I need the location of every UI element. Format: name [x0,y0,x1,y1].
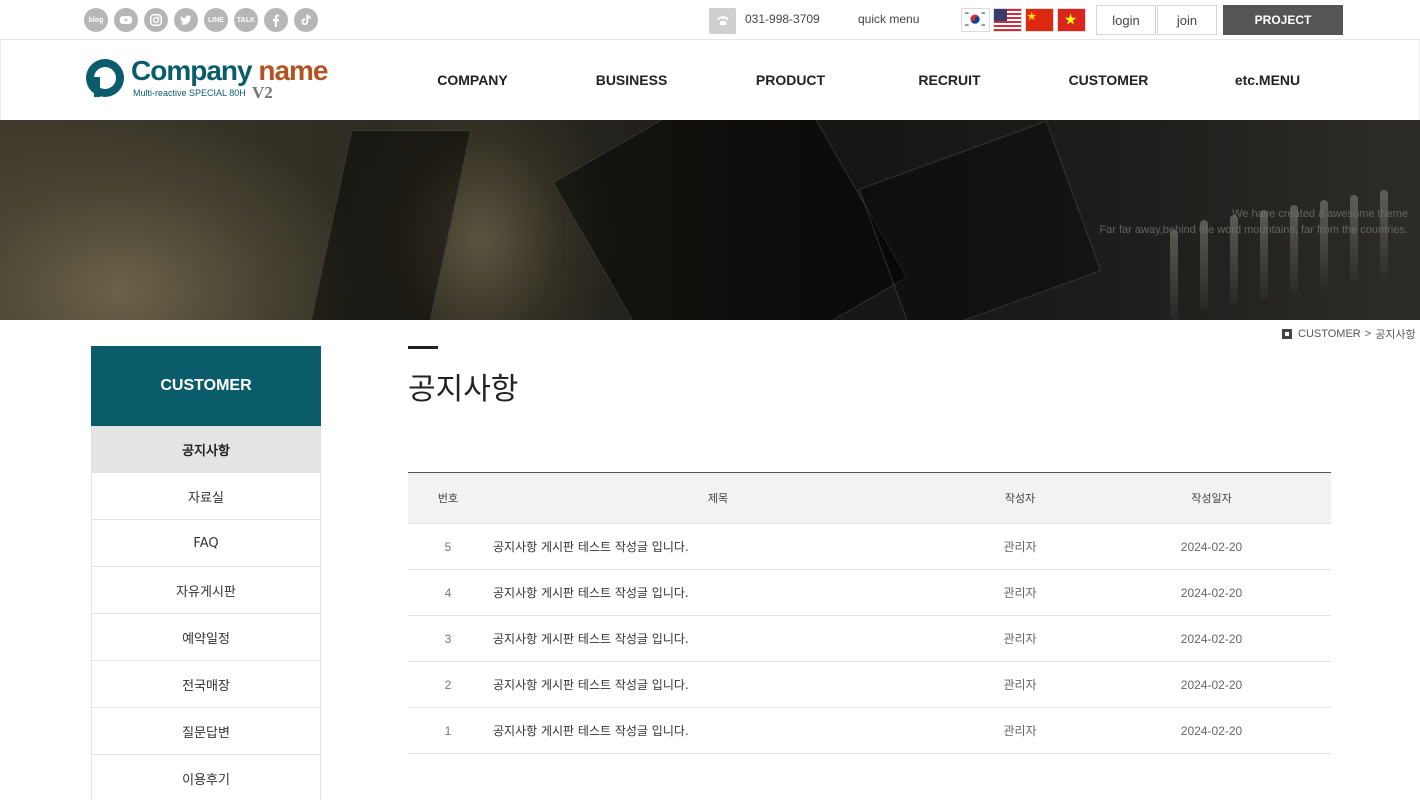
row-writer: 관리자 [1003,540,1037,554]
row-no: 1 [444,723,452,738]
banner-decor [308,130,472,320]
usa-flag-icon[interactable] [993,8,1022,32]
facebook-icon[interactable] [264,8,288,32]
project-button[interactable]: PROJECT [1223,5,1343,35]
nav-product[interactable]: PRODUCT [711,40,870,120]
logo-mark-icon [86,59,124,97]
header-date: 작성일자 [1191,492,1232,505]
home-icon[interactable] [1282,329,1292,339]
row-title-link[interactable]: 공지사항 게시판 테스트 작성글 입니다. [488,722,948,739]
language-flags [961,8,1089,32]
phone-icon [709,8,736,34]
row-writer: 관리자 [1003,724,1037,738]
logo-title-company: Company [131,55,253,86]
row-title-link[interactable]: 공지사항 게시판 테스트 작성글 입니다. [488,630,948,647]
banner-caption: We have created a awesome theme Far far … [1099,206,1408,238]
instagram-icon[interactable] [144,8,168,32]
banner-line-1: We have created a awesome theme [1232,208,1408,220]
breadcrumb-separator: > [1364,328,1372,340]
twitter-icon[interactable] [174,8,198,32]
table-row: 1 공지사항 게시판 테스트 작성글 입니다. 관리자 2024-02-20 [408,708,1331,754]
row-no: 3 [444,631,452,646]
row-writer: 관리자 [1003,678,1037,692]
table-row: 2 공지사항 게시판 테스트 작성글 입니다. 관리자 2024-02-20 [408,662,1331,708]
login-button[interactable]: login [1096,5,1156,35]
line-icon[interactable]: LINE [204,8,228,32]
sidebar-item-faq[interactable]: FAQ [91,520,321,567]
kakaotalk-icon[interactable]: TALK [234,8,258,32]
vietnam-flag-icon[interactable] [1057,8,1086,32]
title-accent-bar [408,346,438,349]
top-utility-bar: blog LINE TALK 031-998-3709 quick menu l… [0,0,1420,40]
banner-decor [858,120,1102,320]
breadcrumb: CUSTOMER > 공지사항 [1282,326,1416,342]
row-title-link[interactable]: 공지사항 게시판 테스트 작성글 입니다. [488,584,948,601]
blog-icon-label: blog [88,16,104,24]
row-title-link[interactable]: 공지사항 게시판 테스트 작성글 입니다. [488,538,948,555]
main-nav: COMPANY BUSINESS PRODUCT RECRUIT CUSTOME… [393,40,1347,120]
sidebar-item-qna[interactable]: 질문답변 [91,708,321,755]
sidebar-item-reviews[interactable]: 이용후기 [91,755,321,800]
row-no: 2 [444,677,452,692]
phone-number: 031-998-3709 [745,12,820,26]
sub-banner: We have created a awesome theme Far far … [0,120,1420,320]
china-flag-icon[interactable] [1025,8,1054,32]
logo-title: Company name [131,55,329,87]
logo-title-name: name [258,55,328,86]
sidebar: CUSTOMER 공지사항 자료실 FAQ 자유게시판 예약일정 전국매장 질문… [91,346,321,800]
row-date: 2024-02-20 [1180,677,1243,692]
row-writer: 관리자 [1003,586,1037,600]
table-header: 번호 제목 작성자 작성일자 [408,473,1331,524]
breadcrumb-current: 공지사항 [1375,329,1416,341]
nav-recruit[interactable]: RECRUIT [870,40,1029,120]
sidebar-item-archive[interactable]: 자료실 [91,473,321,520]
nav-etc-menu[interactable]: etc.MENU [1188,40,1347,120]
nav-customer[interactable]: CUSTOMER [1029,40,1188,120]
social-links: blog LINE TALK [84,8,324,32]
nav-business[interactable]: BUSINESS [552,40,711,120]
join-button[interactable]: join [1157,5,1217,35]
header-writer: 작성자 [1004,492,1036,505]
sidebar-item-notice[interactable]: 공지사항 [91,426,321,473]
row-title-link[interactable]: 공지사항 게시판 테스트 작성글 입니다. [488,676,948,693]
quick-menu-link[interactable]: quick menu [858,12,919,26]
banner-decor [1170,230,1178,320]
tiktok-icon[interactable] [294,8,318,32]
sidebar-item-free-board[interactable]: 자유게시판 [91,567,321,614]
banner-decor [552,120,908,320]
sidebar-item-stores[interactable]: 전국매장 [91,661,321,708]
header-no: 번호 [437,492,459,505]
row-no: 5 [444,539,452,554]
row-date: 2024-02-20 [1180,539,1243,554]
youtube-icon[interactable] [114,8,138,32]
korea-flag-icon[interactable] [961,8,990,32]
table-row: 3 공지사항 게시판 테스트 작성글 입니다. 관리자 2024-02-20 [408,616,1331,662]
header-title: 제목 [707,492,729,505]
row-date: 2024-02-20 [1180,723,1243,738]
kakaotalk-icon-label: TALK [236,16,256,24]
table-row: 4 공지사항 게시판 테스트 작성글 입니다. 관리자 2024-02-20 [408,570,1331,616]
nav-company[interactable]: COMPANY [393,40,552,120]
line-icon-label: LINE [208,16,224,24]
logo-version: V2 [252,83,273,102]
row-date: 2024-02-20 [1180,585,1243,600]
sidebar-title: CUSTOMER [91,346,321,426]
row-date: 2024-02-20 [1180,631,1243,646]
breadcrumb-section[interactable]: CUSTOMER [1298,328,1361,340]
notice-board-table: 번호 제목 작성자 작성일자 5 공지사항 게시판 테스트 작성글 입니다. 관… [408,472,1331,754]
blog-icon[interactable]: blog [84,8,108,32]
logo-subtitle: Multi-reactive SPECIAL 80H [133,88,246,98]
banner-line-2: Far far away,behind the word mountains, … [1099,224,1408,236]
table-row: 5 공지사항 게시판 테스트 작성글 입니다. 관리자 2024-02-20 [408,524,1331,570]
main-header: Company name Multi-reactive SPECIAL 80H … [0,40,1420,120]
row-no: 4 [444,585,452,600]
company-logo[interactable]: Company name Multi-reactive SPECIAL 80H … [86,55,329,107]
page-title: 공지사항 [408,372,519,407]
row-writer: 관리자 [1003,632,1037,646]
sidebar-item-reservation[interactable]: 예약일정 [91,614,321,661]
